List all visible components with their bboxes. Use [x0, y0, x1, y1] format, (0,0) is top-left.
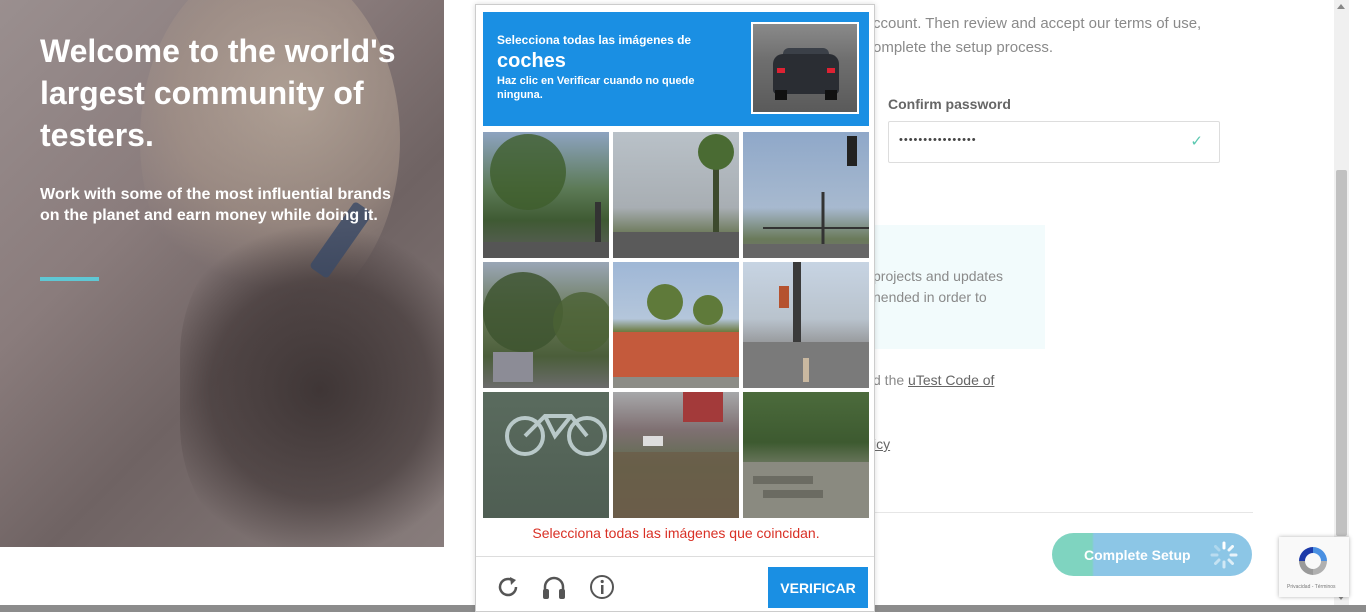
code-of-conduct-link[interactable]: uTest Code of [908, 372, 994, 388]
captcha-header: Selecciona todas las imágenes de coches … [483, 12, 869, 126]
info-text: projects and updates nended in order to [873, 268, 1003, 305]
privacy-policy-link[interactable]: icy [873, 436, 890, 452]
recaptcha-badge[interactable]: Privacidad - Términos [1279, 537, 1349, 597]
captcha-tile-trees-street[interactable] [483, 132, 609, 258]
captcha-tile-sidewalk-steps[interactable] [743, 392, 869, 518]
code-of-conduct-text: d the uTest Code of [873, 372, 994, 388]
captcha-tile-intersection[interactable] [743, 262, 869, 388]
captcha-tile-traffic-lights[interactable] [743, 132, 869, 258]
tile-trees-street-drawing [483, 134, 609, 258]
verify-button[interactable]: VERIFICAR [768, 567, 868, 608]
captcha-instruction-line3: Haz clic en Verificar cuando no quede ni… [497, 75, 695, 101]
check-icon: ✓ [1190, 133, 1203, 150]
captcha-error-message: Selecciona todas las imágenes que coinci… [532, 525, 820, 541]
tile-sidewalk-steps-drawing [743, 462, 869, 518]
car-wheel-left [775, 90, 787, 100]
car-taillight-right [827, 68, 835, 73]
confirm-password-label: Confirm password [888, 96, 1011, 112]
confirm-password-value: •••••••••••••••• [899, 134, 977, 146]
scroll-thumb[interactable] [1336, 170, 1347, 536]
headphones-icon[interactable] [540, 573, 568, 601]
tile-intersection-drawing [743, 262, 869, 388]
car-wheel-right [825, 90, 837, 100]
captcha-image-grid [483, 132, 869, 518]
form-intro-text: ccount. Then review and accept our terms… [873, 15, 1202, 56]
tile-palm-street-drawing [613, 134, 739, 258]
scroll-up-arrow-icon[interactable] [1337, 4, 1345, 9]
form-divider [873, 512, 1253, 513]
recaptcha-logo-icon [1299, 547, 1327, 575]
confirm-password-field[interactable]: •••••••••••••••• ✓ [888, 121, 1220, 163]
tile-trees-house-drawing [483, 272, 609, 382]
hero-accent-rule [40, 277, 99, 281]
captcha-tile-bike-lane[interactable] [483, 392, 609, 518]
captcha-tile-palms-roof[interactable] [613, 262, 739, 388]
refresh-icon[interactable] [494, 573, 522, 601]
captcha-tile-road-car[interactable] [613, 392, 739, 518]
bicycle-icon [505, 414, 607, 456]
code-text-prefix: d the [873, 372, 909, 388]
page-scrollbar[interactable] [1334, 0, 1349, 605]
captcha-target: coches [497, 50, 566, 72]
hero-panel: Welcome to the world's largest community… [0, 0, 444, 547]
captcha-dialog: Selecciona todas las imágenes de coches … [475, 4, 875, 612]
captcha-tile-palm-street[interactable] [613, 132, 739, 258]
tile-traffic-lights-drawing [743, 136, 869, 258]
captcha-instruction-line1: Selecciona todas las imágenes de [497, 33, 692, 47]
hero-subtitle: Work with some of the most influential b… [40, 186, 391, 224]
car-body [773, 54, 839, 94]
hero-title: Welcome to the world's largest community… [40, 33, 396, 153]
captcha-sample-image [751, 22, 859, 114]
tile-road-car-drawing [613, 392, 739, 518]
tile-palms-roof-drawing [613, 284, 739, 388]
complete-setup-label: Complete Setup [1084, 547, 1191, 563]
captcha-divider [476, 556, 874, 557]
recaptcha-footer: Privacidad - Términos [1287, 584, 1336, 590]
loading-spinner-icon [1210, 541, 1238, 569]
car-taillight-left [777, 68, 785, 73]
captcha-tile-trees-house[interactable] [483, 262, 609, 388]
info-icon[interactable] [588, 573, 616, 601]
complete-setup-button[interactable]: Complete Setup [1052, 533, 1252, 576]
